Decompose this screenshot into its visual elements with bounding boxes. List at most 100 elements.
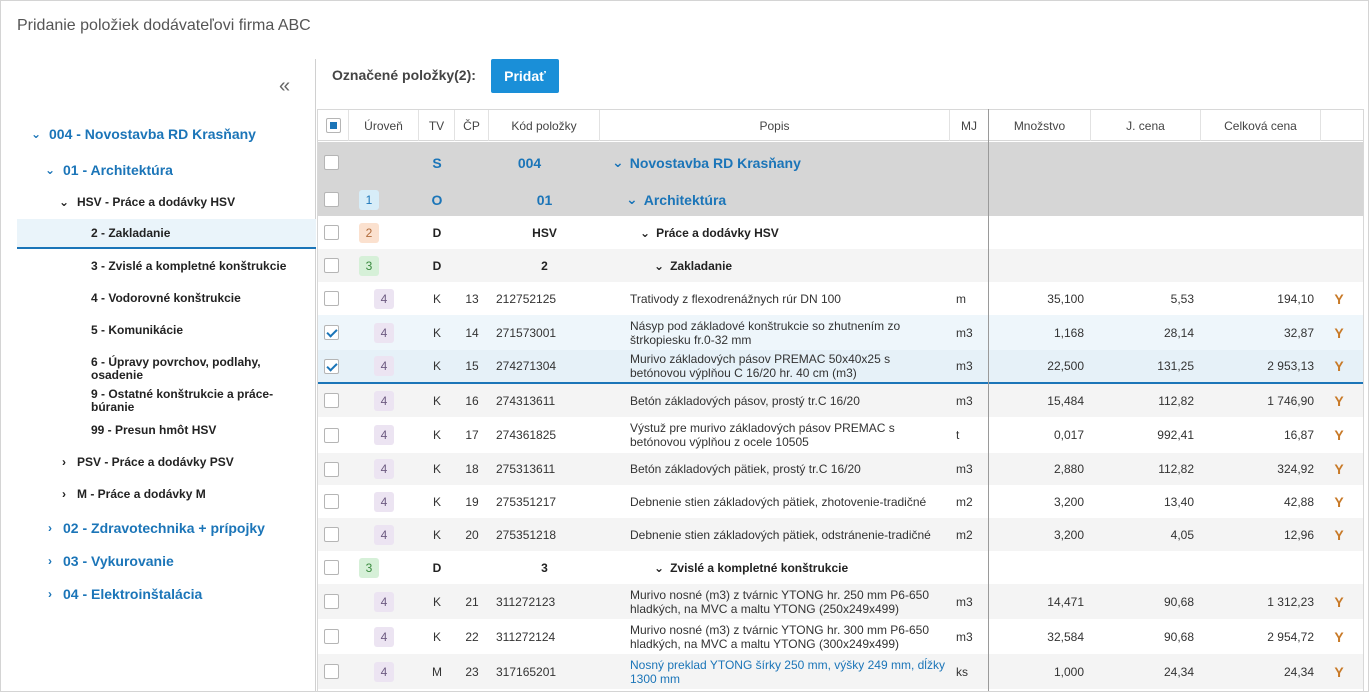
chevron-right-icon[interactable]: › <box>43 587 57 601</box>
checkbox-cell[interactable] <box>324 183 339 216</box>
checkbox-cell[interactable] <box>324 249 339 282</box>
group-title-cell[interactable]: ⌄ Zvislé a kompletné konštrukcie <box>654 551 994 584</box>
table-row[interactable]: 4 K 17 274361825 Výstuž pre murivo základový… <box>318 417 1363 453</box>
table-row[interactable]: 4 M 23 317165201 Nosný preklad YTONG šírky 2… <box>318 654 1363 689</box>
header-select-all[interactable] <box>318 110 349 141</box>
checkbox-cell[interactable] <box>324 619 339 654</box>
collapse-sidebar-icon[interactable]: « <box>279 76 290 96</box>
header-uroven[interactable]: Úroveň <box>349 110 419 141</box>
group-title-cell[interactable]: ⌄ Zakladanie <box>654 249 994 282</box>
row-checkbox[interactable] <box>324 358 339 374</box>
checkbox-cell[interactable] <box>324 518 339 551</box>
row-checkbox[interactable] <box>324 560 339 575</box>
table-row[interactable]: 3 D 3 ⌄ Zvislé a kompletné konštrukcie <box>318 551 1363 584</box>
split-item-icon[interactable]: Y <box>1329 384 1349 417</box>
chevron-down-icon[interactable]: ⌄ <box>626 191 638 208</box>
tree-node[interactable]: ⌄ 01 - Architektúra <box>17 155 316 185</box>
split-item-icon[interactable]: Y <box>1329 518 1349 551</box>
split-item-icon[interactable]: Y <box>1329 654 1349 689</box>
table-row[interactable]: 4 K 19 275351217 Debnenie stien základových … <box>318 485 1363 518</box>
header-tv[interactable]: TV <box>419 110 455 141</box>
header-kod[interactable]: Kód položky <box>489 110 600 141</box>
chevron-down-icon[interactable]: ⌄ <box>29 127 43 141</box>
checkbox-cell[interactable] <box>324 315 339 350</box>
split-item-icon[interactable]: Y <box>1329 417 1349 453</box>
table-row[interactable]: 4 K 20 275351218 Debnenie stien základových … <box>318 518 1363 551</box>
row-checkbox[interactable] <box>324 291 339 306</box>
row-checkbox[interactable] <box>324 527 339 542</box>
row-checkbox[interactable] <box>324 629 339 644</box>
header-cp[interactable]: ČP <box>455 110 489 141</box>
chevron-down-icon[interactable]: ⌄ <box>612 154 624 171</box>
chevron-right-icon[interactable]: › <box>57 455 71 469</box>
table-row[interactable]: 2 D HSV ⌄ Práce a dodávky HSV <box>318 216 1363 249</box>
header-jcena[interactable]: J. cena <box>1091 110 1201 141</box>
split-item-icon[interactable]: Y <box>1329 453 1349 485</box>
checkbox-cell[interactable] <box>324 350 339 382</box>
split-item-icon[interactable]: Y <box>1329 315 1349 350</box>
tree-node[interactable]: 99 - Presun hmôt HSV <box>17 415 316 445</box>
checkbox-cell[interactable] <box>324 485 339 518</box>
tree-node[interactable]: › 02 - Zdravotechnika + prípojky <box>17 513 316 543</box>
row-checkbox[interactable] <box>324 393 339 408</box>
row-checkbox[interactable] <box>324 494 339 509</box>
group-title-cell[interactable]: ⌄ Práce a dodávky HSV <box>640 216 980 249</box>
checkbox-cell[interactable] <box>324 417 339 453</box>
tree-node[interactable]: › 04 - Elektroinštalácia <box>17 579 316 609</box>
tree-node[interactable]: › M - Práce a dodávky M <box>17 479 316 509</box>
chevron-down-icon[interactable]: ⌄ <box>57 195 71 209</box>
tree-node[interactable]: 5 - Komunikácie <box>17 315 316 345</box>
checkbox-cell[interactable] <box>324 584 339 619</box>
table-row[interactable]: 1 O 01 ⌄ Architektúra <box>318 183 1363 216</box>
header-celkova[interactable]: Celková cena <box>1201 110 1321 141</box>
tree-node[interactable]: 3 - Zvislé a kompletné konštrukcie <box>17 251 316 281</box>
row-checkbox[interactable] <box>324 427 339 443</box>
tree-node[interactable]: ⌄ 004 - Novostavba RD Krasňany <box>17 119 316 149</box>
table-row[interactable]: 4 K 18 275313611 Betón základových pätiek, p… <box>318 453 1363 485</box>
description-cell[interactable]: Nosný preklad YTONG šírky 250 mm, výšky … <box>630 654 946 689</box>
split-item-icon[interactable]: Y <box>1329 282 1349 315</box>
checkbox-cell[interactable] <box>324 282 339 315</box>
row-checkbox[interactable] <box>324 594 339 609</box>
header-mnozstvo[interactable]: Množstvo <box>989 110 1091 141</box>
split-item-icon[interactable]: Y <box>1329 350 1349 382</box>
tree-node[interactable]: › PSV - Práce a dodávky PSV <box>17 447 316 477</box>
row-checkbox[interactable] <box>324 225 339 240</box>
checkbox-cell[interactable] <box>324 384 339 417</box>
chevron-right-icon[interactable]: › <box>43 521 57 535</box>
table-row[interactable]: 4 K 16 274313611 Betón základových pásov, pr… <box>318 384 1363 417</box>
row-checkbox[interactable] <box>324 461 339 477</box>
tree-node[interactable]: › 03 - Vykurovanie <box>17 546 316 576</box>
chevron-down-icon[interactable]: ⌄ <box>43 163 57 177</box>
table-row[interactable]: 3 D 2 ⌄ Zakladanie <box>318 249 1363 282</box>
chevron-right-icon[interactable]: › <box>57 487 71 501</box>
select-all-checkbox[interactable] <box>325 118 341 133</box>
chevron-right-icon[interactable]: › <box>43 554 57 568</box>
checkbox-cell[interactable] <box>324 551 339 584</box>
table-row[interactable]: 4 K 21 311272123 Murivo nosné (m3) z tvárnic… <box>318 584 1363 619</box>
table-row[interactable]: 4 K 13 212752125 Trativody z flexodrenážnych… <box>318 282 1363 315</box>
tree-node[interactable]: 2 - Zakladanie <box>17 219 316 249</box>
tree-node[interactable]: ⌄ HSV - Práce a dodávky HSV <box>17 187 316 217</box>
split-item-icon[interactable]: Y <box>1329 485 1349 518</box>
chevron-down-icon[interactable]: ⌄ <box>640 226 650 240</box>
checkbox-cell[interactable] <box>324 453 339 485</box>
table-row[interactable]: S 004 ⌄ Novostavba RD Krasňany <box>318 142 1363 183</box>
chevron-down-icon[interactable]: ⌄ <box>654 561 664 575</box>
header-popis[interactable]: Popis <box>600 110 950 141</box>
table-row[interactable]: 4 K 22 311272124 Murivo nosné (m3) z tvárnic… <box>318 619 1363 654</box>
split-item-icon[interactable]: Y <box>1329 619 1349 654</box>
table-row[interactable]: 4 K 15 274271304 Murivo základových pásov PR… <box>318 350 1363 384</box>
row-checkbox[interactable] <box>324 664 339 679</box>
table-row[interactable]: 4 K 14 271573001 Násyp pod základové konštru… <box>318 315 1363 350</box>
row-checkbox[interactable] <box>324 155 339 170</box>
group-title-cell[interactable]: ⌄ Architektúra <box>626 183 966 216</box>
tree-node[interactable]: 4 - Vodorovné konštrukcie <box>17 283 316 313</box>
row-checkbox[interactable] <box>324 192 339 207</box>
checkbox-cell[interactable] <box>324 142 339 183</box>
checkbox-cell[interactable] <box>324 216 339 249</box>
row-checkbox[interactable] <box>324 325 339 340</box>
add-button[interactable]: Pridať <box>491 59 559 93</box>
chevron-down-icon[interactable]: ⌄ <box>654 259 664 273</box>
header-mj[interactable]: MJ <box>950 110 989 141</box>
